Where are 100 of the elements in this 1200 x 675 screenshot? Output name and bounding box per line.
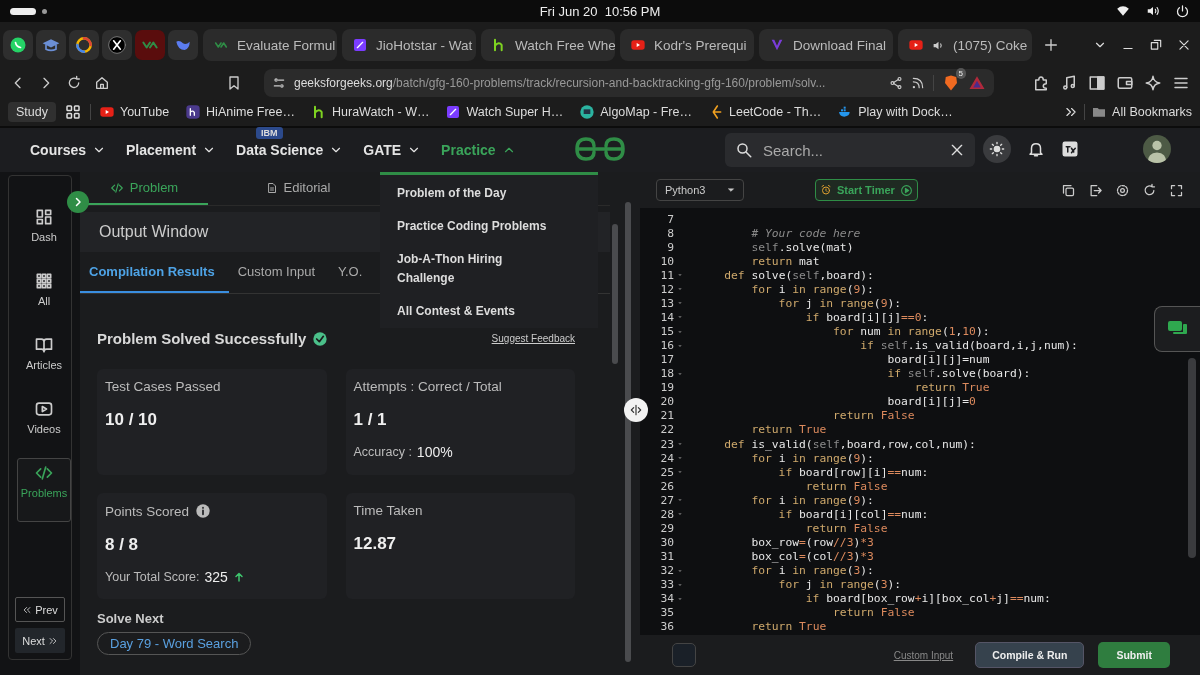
submit-button[interactable]: Submit bbox=[1098, 642, 1170, 668]
bookmark[interactable]: HuraWatch - W… bbox=[311, 104, 430, 120]
fold-caret-icon[interactable] bbox=[676, 314, 684, 321]
reset-icon[interactable] bbox=[1142, 182, 1157, 198]
fold-caret-icon[interactable] bbox=[676, 300, 684, 307]
music-icon[interactable] bbox=[1060, 74, 1078, 92]
rss-icon[interactable] bbox=[911, 76, 925, 90]
fold-caret-icon[interactable] bbox=[676, 455, 684, 462]
address-bar[interactable]: geeksforgeeks.org/batch/gfg-160-problems/track/recursion-and-backtracking-gfg-160/problem/solv... 5 bbox=[264, 69, 994, 97]
browser-tab[interactable]: Kodr's Prerequi bbox=[620, 29, 754, 61]
double-chevron-icon[interactable] bbox=[1064, 105, 1079, 119]
reload-icon[interactable] bbox=[66, 75, 82, 91]
copy-icon[interactable] bbox=[1061, 182, 1076, 198]
bell-icon[interactable] bbox=[1027, 140, 1045, 158]
fold-caret-icon[interactable] bbox=[676, 595, 684, 602]
sidebar-item[interactable]: Articles bbox=[17, 330, 71, 394]
close-icon[interactable] bbox=[949, 142, 965, 158]
fold-caret-icon[interactable] bbox=[676, 342, 684, 349]
compile-run-button[interactable]: Compile & Run bbox=[975, 642, 1085, 668]
sidebar-item[interactable]: Videos bbox=[17, 394, 71, 458]
custom-input-link[interactable]: Custom Input bbox=[893, 649, 954, 661]
start-timer-button[interactable]: Start Timer bbox=[815, 179, 918, 201]
sidebar-item[interactable]: Dash bbox=[17, 202, 71, 266]
nav-menu[interactable]: GATE bbox=[363, 128, 422, 172]
nav-menu[interactable]: Practice bbox=[441, 128, 516, 172]
fold-caret-icon[interactable] bbox=[676, 441, 684, 448]
bookmark[interactable]: LeetCode - Th… bbox=[708, 104, 822, 120]
fold-caret-icon[interactable] bbox=[676, 469, 684, 476]
user-avatar[interactable] bbox=[1143, 135, 1171, 163]
scrollbar[interactable] bbox=[625, 202, 631, 662]
export-icon[interactable] bbox=[1088, 182, 1103, 198]
chat-button[interactable] bbox=[1154, 306, 1200, 352]
wallet-icon[interactable] bbox=[1116, 74, 1134, 92]
bookmark-icon[interactable] bbox=[226, 75, 242, 91]
wifi-icon[interactable] bbox=[1115, 3, 1131, 18]
bookmark[interactable]: HiAnime Free… bbox=[185, 104, 295, 120]
fold-caret-icon[interactable] bbox=[676, 511, 684, 518]
puzzle-icon[interactable] bbox=[1032, 74, 1050, 92]
theme-toggle[interactable] bbox=[983, 135, 1011, 163]
browser-tab[interactable]: (1075) Coke bbox=[898, 29, 1032, 61]
scrollbar[interactable] bbox=[612, 224, 618, 364]
info-icon[interactable] bbox=[195, 503, 212, 519]
code-editor[interactable] bbox=[640, 208, 1200, 635]
power-icon[interactable] bbox=[1175, 3, 1190, 19]
output-tab[interactable]: Custom Input bbox=[228, 252, 329, 293]
menu-item[interactable]: All Contest & Events bbox=[380, 295, 570, 328]
browser-tab[interactable]: JioHotstar - Wat bbox=[342, 29, 476, 61]
search-field[interactable]: Search... bbox=[761, 135, 941, 165]
pinned-tab[interactable] bbox=[3, 30, 33, 60]
nav-menu[interactable]: IBM Data Science bbox=[236, 128, 344, 172]
browser-tab[interactable]: Download Final bbox=[759, 29, 893, 61]
fold-caret-icon[interactable] bbox=[676, 370, 684, 377]
prev-button[interactable]: Prev bbox=[15, 597, 65, 622]
line-number: 20 bbox=[660, 395, 675, 409]
language-dropdown[interactable]: Python3 bbox=[656, 179, 744, 201]
fold-caret-icon[interactable] bbox=[676, 328, 684, 335]
search-bar[interactable]: Search... bbox=[725, 133, 975, 167]
activities-indicator[interactable] bbox=[10, 7, 36, 15]
new-tab-icon[interactable] bbox=[1043, 37, 1059, 53]
output-tab[interactable]: Y.O. bbox=[329, 252, 377, 293]
browser-tab[interactable]: Watch Free Whe bbox=[481, 29, 615, 61]
pinned-tab[interactable] bbox=[102, 30, 132, 60]
close-icon[interactable] bbox=[1177, 38, 1191, 52]
fold-caret-icon[interactable] bbox=[676, 272, 684, 279]
all-bookmarks[interactable]: All Bookmarks bbox=[1091, 104, 1192, 120]
bookmark[interactable]: YouTube bbox=[98, 104, 170, 120]
browser-tab[interactable]: Evaluate Formul bbox=[203, 29, 337, 61]
site-logo-icon[interactable] bbox=[573, 136, 627, 162]
bookmark-folder[interactable]: Study bbox=[8, 102, 56, 122]
nav-menu[interactable]: Courses bbox=[30, 128, 107, 172]
apps-grid-icon[interactable] bbox=[63, 103, 82, 121]
card-label: Points Scored bbox=[105, 503, 190, 519]
fold-caret-icon[interactable] bbox=[676, 581, 684, 588]
restore-icon[interactable] bbox=[1149, 38, 1163, 52]
nav-menu[interactable]: Placement bbox=[126, 128, 217, 172]
feedback-link[interactable]: Suggest Feedback bbox=[491, 333, 575, 344]
sidebar-item[interactable]: Problems bbox=[17, 458, 71, 522]
book-icon bbox=[34, 335, 54, 355]
share-icon[interactable] bbox=[889, 76, 903, 90]
next-button[interactable]: Next bbox=[15, 628, 65, 653]
fold-caret-icon[interactable] bbox=[676, 567, 684, 574]
settings-icon[interactable] bbox=[1115, 182, 1130, 198]
home-icon[interactable] bbox=[94, 75, 110, 91]
menu-item[interactable]: Practice Coding Problems bbox=[380, 210, 570, 243]
output-tab[interactable]: Compilation Results bbox=[80, 252, 229, 293]
bookmark[interactable]: Play with Dock… bbox=[837, 104, 953, 120]
bookmark[interactable]: AlgoMap - Fre… bbox=[579, 104, 692, 120]
translate-icon[interactable] bbox=[1061, 140, 1079, 158]
sidebar-icon[interactable] bbox=[1088, 74, 1106, 92]
caret-down-icon bbox=[727, 186, 735, 194]
fold-caret-icon[interactable] bbox=[676, 497, 684, 504]
scrollbar[interactable] bbox=[1188, 358, 1196, 558]
tune-icon[interactable] bbox=[272, 76, 286, 90]
sparkle-icon[interactable] bbox=[1144, 74, 1162, 92]
fullscreen-icon[interactable] bbox=[1169, 182, 1184, 198]
pinned-tab[interactable] bbox=[69, 30, 99, 60]
bookmark[interactable]: Watch Super H… bbox=[445, 104, 564, 120]
fold-caret-icon[interactable] bbox=[676, 286, 684, 293]
code-line: return mat bbox=[750, 254, 820, 268]
sidebar-item[interactable]: All bbox=[17, 266, 71, 330]
